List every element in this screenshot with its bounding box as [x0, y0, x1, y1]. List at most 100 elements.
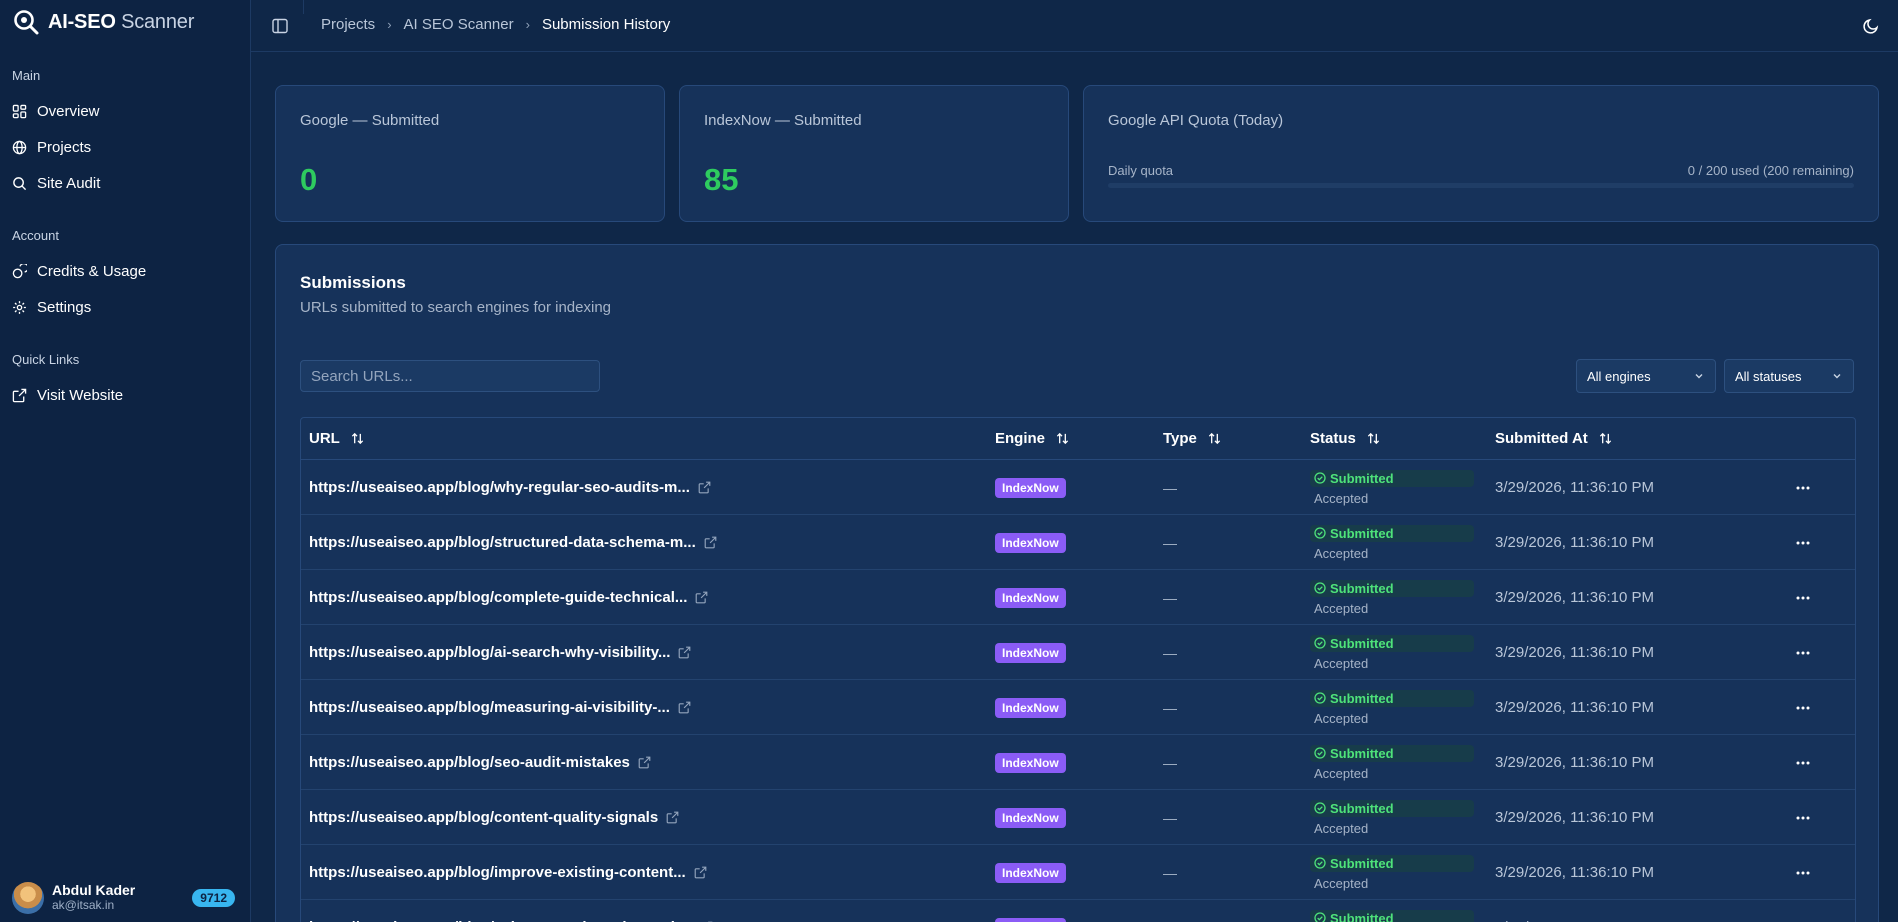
column-label: Status [1310, 430, 1356, 447]
row-actions-button[interactable] [1791, 570, 1815, 625]
url-cell[interactable]: https://useaiseo.app/blog/complete-guide… [309, 570, 708, 625]
status-label: Submitted [1330, 525, 1394, 541]
url-cell[interactable]: https://useaiseo.app/blog/improve-existi… [309, 845, 707, 900]
sidebar-item-settings[interactable]: Settings [0, 289, 251, 325]
url-link[interactable]: https://useaiseo.app/blog/why-regular-se… [309, 479, 690, 496]
brand[interactable]: AI-SEO Scanner [12, 8, 194, 36]
url-cell[interactable]: https://useaiseo.app/blog/structured-dat… [309, 515, 717, 570]
external-link-icon[interactable] [695, 591, 708, 604]
status-label: Submitted [1330, 580, 1394, 596]
row-actions-button[interactable] [1791, 790, 1815, 845]
external-link-icon[interactable] [666, 811, 679, 824]
status-badge: Submitted [1310, 634, 1474, 652]
external-link-icon[interactable] [678, 701, 691, 714]
row-actions-button[interactable] [1791, 845, 1815, 900]
status-cell: Submitted Accepted [1310, 845, 1474, 900]
sidebar-item-credits[interactable]: Credits & Usage [0, 253, 251, 289]
url-link[interactable]: https://useaiseo.app/blog/structured-dat… [309, 534, 696, 551]
status-cell: Submitted Accepted [1310, 570, 1474, 625]
breadcrumb-project[interactable]: AI SEO Scanner [404, 16, 514, 33]
chevron-right-icon: › [387, 17, 392, 32]
row-actions-button[interactable] [1791, 515, 1815, 570]
external-link-icon[interactable] [704, 536, 717, 549]
status-label: Submitted [1330, 635, 1394, 651]
url-cell[interactable]: https://useaiseo.app/blog/seo-audit-mist… [309, 735, 651, 790]
more-horizontal-icon [1796, 486, 1810, 489]
sidebar-toggle-icon[interactable] [271, 17, 289, 35]
user-menu[interactable]: Abdul Kader ak@itsak.in 9712 [12, 880, 235, 916]
magnifier-logo-icon [12, 8, 40, 36]
row-actions-button[interactable] [1791, 735, 1815, 790]
url-link[interactable]: https://useaiseo.app/blog/measuring-ai-v… [309, 699, 670, 716]
column-submitted-at[interactable]: Submitted At [1495, 430, 1613, 447]
column-url[interactable]: URL [309, 430, 365, 447]
row-actions-button[interactable] [1791, 680, 1815, 735]
sidebar-item-site-audit[interactable]: Site Audit [0, 165, 251, 201]
chevron-down-icon [1833, 374, 1841, 379]
table-body: https://useaiseo.app/blog/why-regular-se… [301, 460, 1855, 922]
sidebar-item-label: Site Audit [37, 174, 101, 192]
engine-badge: IndexNow [995, 917, 1066, 922]
status-filter-select[interactable]: All statuses [1724, 359, 1854, 393]
url-link[interactable]: https://useaiseo.app/blog/complete-guide… [309, 589, 687, 606]
engine-cell: IndexNow [995, 570, 1066, 625]
status-badge: Submitted [1310, 744, 1474, 762]
nav-section-label: Account [12, 228, 59, 243]
chevron-down-icon [1695, 374, 1703, 379]
nav-section-quick-links: Quick Links Visit Website [0, 351, 251, 413]
url-cell[interactable]: https://useaiseo.app/blog/schema-markup-… [309, 900, 713, 922]
sidebar-item-overview[interactable]: Overview [0, 93, 251, 129]
sidebar-item-projects[interactable]: Projects [0, 129, 251, 165]
column-engine[interactable]: Engine [995, 430, 1070, 447]
column-type[interactable]: Type [1163, 430, 1222, 447]
engine-badge: IndexNow [995, 532, 1066, 553]
breadcrumb-projects[interactable]: Projects [321, 16, 375, 33]
external-link-icon[interactable] [638, 756, 651, 769]
external-link-icon[interactable] [698, 481, 711, 494]
search-urls-input[interactable] [300, 360, 600, 392]
breadcrumb: Projects › AI SEO Scanner › Submission H… [321, 16, 670, 33]
user-email: ak@itsak.in [52, 898, 115, 912]
search-icon [13, 176, 27, 190]
engine-cell: IndexNow [995, 515, 1066, 570]
sidebar: AI-SEO Scanner Main Overview Projects Si… [0, 0, 251, 922]
column-status[interactable]: Status [1310, 430, 1381, 447]
check-circle-icon [1314, 692, 1326, 704]
submissions-table: URL Engine Type Status Submitted At http… [300, 417, 1856, 922]
table-row: https://useaiseo.app/blog/structured-dat… [301, 515, 1855, 570]
engine-badge: IndexNow [995, 477, 1066, 498]
url-link[interactable]: https://useaiseo.app/blog/improve-existi… [309, 864, 686, 881]
row-actions-button[interactable] [1791, 460, 1815, 515]
row-actions-button[interactable] [1791, 900, 1815, 922]
url-link[interactable]: https://useaiseo.app/blog/content-qualit… [309, 809, 658, 826]
row-actions-button[interactable] [1791, 625, 1815, 680]
status-detail: Accepted [1314, 600, 1369, 616]
url-link[interactable]: https://useaiseo.app/blog/ai-search-why-… [309, 644, 670, 661]
table-row: https://useaiseo.app/blog/seo-audit-mist… [301, 735, 1855, 790]
submitted-at-cell: 3/29/2026, 11:36:10 PM [1495, 479, 1655, 496]
column-label: Engine [995, 430, 1046, 447]
url-link[interactable]: https://useaiseo.app/blog/seo-audit-mist… [309, 754, 630, 771]
url-cell[interactable]: https://useaiseo.app/blog/why-regular-se… [309, 460, 711, 515]
url-cell[interactable]: https://useaiseo.app/blog/content-qualit… [309, 790, 679, 845]
url-cell[interactable]: https://useaiseo.app/blog/ai-search-why-… [309, 625, 691, 680]
submitted-at-cell: 3/29/2026, 11:36:10 PM [1495, 534, 1655, 551]
google-submitted-card: Google — Submitted 0 [275, 85, 665, 222]
submissions-card: Submissions URLs submitted to search eng… [275, 244, 1879, 922]
type-cell: — [1163, 754, 1177, 771]
status-cell: Submitted Accepted [1310, 625, 1474, 680]
submitted-at-cell: 3/29/2026, 11:36:10 PM [1495, 900, 1654, 922]
status-badge: Submitted [1310, 689, 1474, 707]
moon-icon[interactable] [1862, 17, 1880, 35]
table-row: https://useaiseo.app/blog/schema-markup-… [301, 900, 1855, 922]
external-link-icon[interactable] [678, 646, 691, 659]
engine-filter-select[interactable]: All engines [1576, 359, 1716, 393]
check-circle-icon [1314, 747, 1326, 759]
sidebar-item-visit-website[interactable]: Visit Website [0, 377, 251, 413]
type-cell: — [1163, 479, 1177, 496]
sort-icon [1208, 432, 1221, 445]
url-cell[interactable]: https://useaiseo.app/blog/measuring-ai-v… [309, 680, 691, 735]
status-badge: Submitted [1310, 799, 1474, 817]
external-link-icon[interactable] [694, 866, 707, 879]
stat-title: IndexNow — Submitted [704, 112, 862, 129]
